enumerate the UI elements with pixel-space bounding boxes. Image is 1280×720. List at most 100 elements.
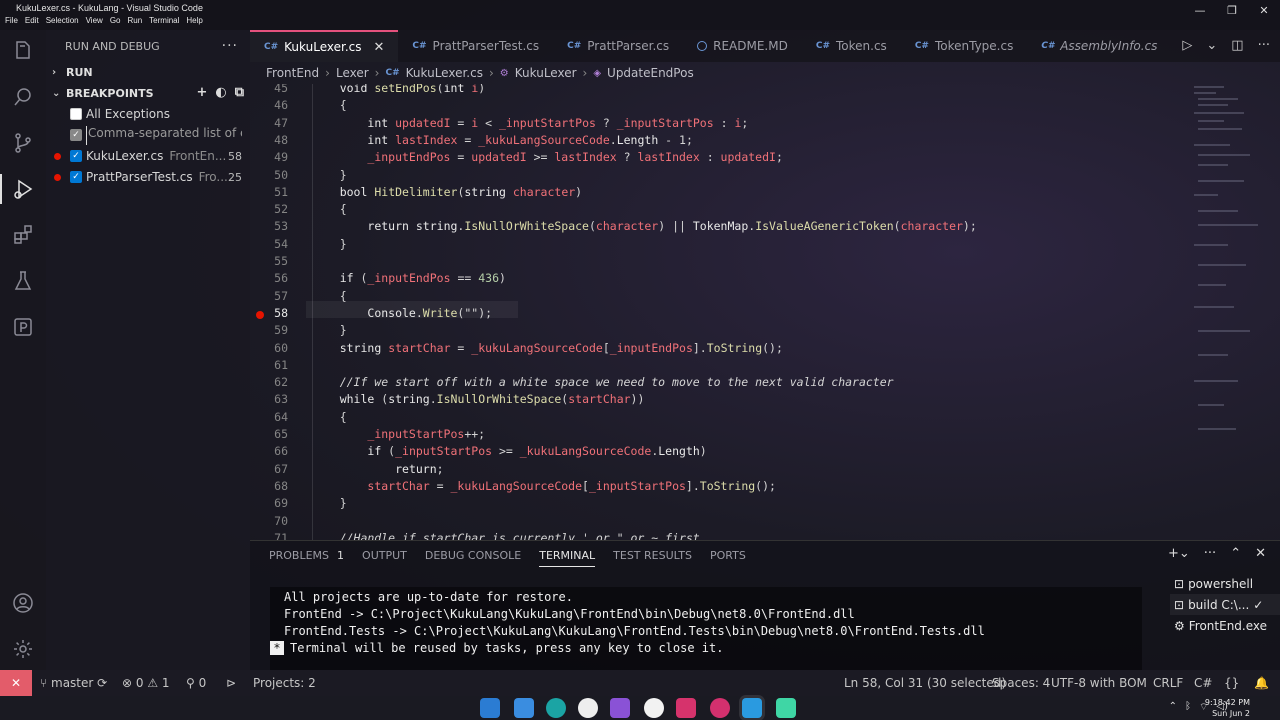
- breadcrumb-item[interactable]: KukuLexer.cs: [406, 66, 483, 80]
- breadcrumb-item[interactable]: FrontEnd: [266, 66, 319, 80]
- checkbox[interactable]: ✓: [70, 150, 82, 162]
- code-line[interactable]: 70: [250, 514, 1280, 531]
- menu-file[interactable]: File: [5, 16, 18, 25]
- tab-assemblyinfo[interactable]: C# AssemblyInfo.cs: [1027, 30, 1171, 62]
- tab-readme[interactable]: README.MD: [683, 30, 802, 62]
- search-icon[interactable]: [8, 82, 38, 112]
- code-line[interactable]: 57 {: [250, 289, 1280, 306]
- account-icon[interactable]: [8, 588, 38, 618]
- breakpoint-exception-filter[interactable]: ✓ Comma-separated list of exc: [46, 125, 250, 146]
- menu-help[interactable]: Help: [186, 16, 202, 25]
- chevron-down-icon[interactable]: ⌄: [1206, 38, 1217, 53]
- menu-go[interactable]: Go: [110, 16, 121, 25]
- code-line[interactable]: 51 bool HitDelimiter(string character): [250, 185, 1280, 202]
- tab-tokentype[interactable]: C# TokenType.cs: [901, 30, 1028, 62]
- tab-prattparser[interactable]: C# PrattParser.cs: [553, 30, 683, 62]
- menu-selection[interactable]: Selection: [46, 16, 79, 25]
- menu-run[interactable]: Run: [127, 16, 142, 25]
- braces-icon[interactable]: {}: [1224, 676, 1239, 690]
- rider-icon[interactable]: [676, 698, 696, 718]
- breakpoints-section[interactable]: ⌄ BREAKPOINTS + ◐ ⧉: [46, 83, 250, 104]
- app-icon[interactable]: [710, 698, 730, 718]
- branch-status[interactable]: ⑂ master ⟳: [40, 676, 107, 690]
- tab-debug-console[interactable]: DEBUG CONSOLE: [425, 549, 521, 567]
- cursor-position[interactable]: Ln 58, Col 31 (30 selected): [844, 676, 1006, 690]
- checkbox[interactable]: ✓: [70, 171, 82, 183]
- tab-terminal[interactable]: TERMINAL: [539, 549, 596, 567]
- code-line[interactable]: 69 }: [250, 496, 1280, 513]
- breadcrumb-item[interactable]: KukuLexer: [515, 66, 577, 80]
- code-line[interactable]: 47 int updatedI = i < _inputStartPos ? _…: [250, 116, 1280, 133]
- remove-breakpoints-icon[interactable]: ⧉: [235, 85, 244, 100]
- code-editor[interactable]: 45 void setEndPos(int i) 46 {47 int updat…: [250, 84, 1280, 540]
- explorer-icon[interactable]: [8, 36, 38, 66]
- encoding[interactable]: UTF-8 with BOM: [1051, 676, 1147, 690]
- code-line[interactable]: 64 {: [250, 410, 1280, 427]
- more-actions-icon[interactable]: ···: [1258, 38, 1270, 53]
- code-line[interactable]: 46 {: [250, 98, 1280, 115]
- code-line[interactable]: 45 void setEndPos(int i): [250, 84, 1280, 98]
- line-ending[interactable]: CRLF: [1153, 676, 1183, 690]
- code-line[interactable]: 48 int lastIndex = _kukuLangSourceCode.L…: [250, 133, 1280, 150]
- code-line[interactable]: 59 }: [250, 323, 1280, 340]
- code-line[interactable]: 50 }: [250, 168, 1280, 185]
- breakpoint-prattparsertest[interactable]: ✓ PrattParserTest.cs Fro... 25: [46, 167, 250, 188]
- code-line[interactable]: 53 return string.IsNullOrWhiteSpace(char…: [250, 219, 1280, 236]
- code-line[interactable]: 67 return;: [250, 462, 1280, 479]
- minimap[interactable]: [1190, 84, 1274, 540]
- breakpoint-kukulexer[interactable]: ✓ KukuLexer.cs FrontEn... 58: [46, 146, 250, 167]
- code-line[interactable]: 65 _inputStartPos++;: [250, 427, 1280, 444]
- tab-prattparsertest[interactable]: C# PrattParserTest.cs: [398, 30, 553, 62]
- start-icon[interactable]: [480, 698, 500, 718]
- code-line[interactable]: 63 while (string.IsNullOrWhiteSpace(star…: [250, 392, 1280, 409]
- chat-app-icon[interactable]: [776, 698, 796, 718]
- files-icon[interactable]: [514, 698, 534, 718]
- checkbox[interactable]: [70, 108, 82, 120]
- code-line[interactable]: 58 Console.Write("");: [250, 306, 1280, 323]
- breakpoint-all-exceptions[interactable]: All Exceptions: [46, 104, 250, 125]
- menu-terminal[interactable]: Terminal: [149, 16, 179, 25]
- vscode-icon[interactable]: [742, 698, 762, 718]
- tab-test-results[interactable]: TEST RESULTS: [613, 549, 692, 567]
- extensions-icon[interactable]: [8, 220, 38, 250]
- code-line[interactable]: 49 _inputEndPos = updatedI >= lastIndex …: [250, 150, 1280, 167]
- code-line[interactable]: 56 if (_inputEndPos == 436): [250, 271, 1280, 288]
- breadcrumb-item[interactable]: UpdateEndPos: [607, 66, 694, 80]
- tab-output[interactable]: OUTPUT: [362, 549, 407, 567]
- debug-icon[interactable]: ⊳: [226, 676, 236, 690]
- more-actions-icon[interactable]: ···: [1204, 546, 1216, 561]
- run-icon[interactable]: ▷: [1182, 38, 1192, 53]
- run-debug-icon[interactable]: [0, 174, 38, 204]
- code-line[interactable]: 68 startChar = _kukuLangSourceCode[_inpu…: [250, 479, 1280, 496]
- remote-icon[interactable]: ✕: [0, 670, 32, 696]
- terminal-item-powershell[interactable]: ⊡ powershell: [1170, 573, 1280, 594]
- source-control-icon[interactable]: [8, 128, 38, 158]
- settings-gear-icon[interactable]: [8, 634, 38, 664]
- unreal-icon[interactable]: [644, 698, 664, 718]
- menu-view[interactable]: View: [86, 16, 103, 25]
- language-mode[interactable]: C#: [1194, 676, 1212, 690]
- visual-studio-icon[interactable]: [610, 698, 630, 718]
- split-editor-icon[interactable]: ◫: [1231, 38, 1243, 53]
- code-line[interactable]: 52 {: [250, 202, 1280, 219]
- code-line[interactable]: 54 }: [250, 237, 1280, 254]
- checkbox[interactable]: ✓: [70, 129, 82, 141]
- notifications-icon[interactable]: 🔔: [1254, 676, 1269, 690]
- tab-token[interactable]: C# Token.cs: [802, 30, 901, 62]
- problems-status[interactable]: ⊗ 0 ⚠ 1: [122, 676, 170, 690]
- menu-edit[interactable]: Edit: [25, 16, 39, 25]
- maximize-icon[interactable]: ❐: [1216, 0, 1248, 20]
- code-line[interactable]: 62 //If we start off with a white space …: [250, 375, 1280, 392]
- tab-problems[interactable]: PROBLEMS 1: [269, 549, 344, 567]
- toggle-breakpoints-icon[interactable]: ◐: [215, 85, 226, 100]
- indentation[interactable]: Spaces: 4: [992, 676, 1050, 690]
- run-section[interactable]: › RUN: [46, 62, 250, 83]
- new-terminal-icon[interactable]: +⌄: [1168, 546, 1190, 561]
- tab-ports[interactable]: PORTS: [710, 549, 746, 567]
- close-tab-icon[interactable]: ✕: [373, 40, 384, 55]
- extension-p-icon[interactable]: [8, 312, 38, 342]
- code-line[interactable]: 55: [250, 254, 1280, 271]
- minimize-icon[interactable]: —: [1184, 0, 1216, 20]
- projects-status[interactable]: Projects: 2: [253, 676, 316, 690]
- bluetooth-icon[interactable]: ᛒ: [1185, 701, 1191, 714]
